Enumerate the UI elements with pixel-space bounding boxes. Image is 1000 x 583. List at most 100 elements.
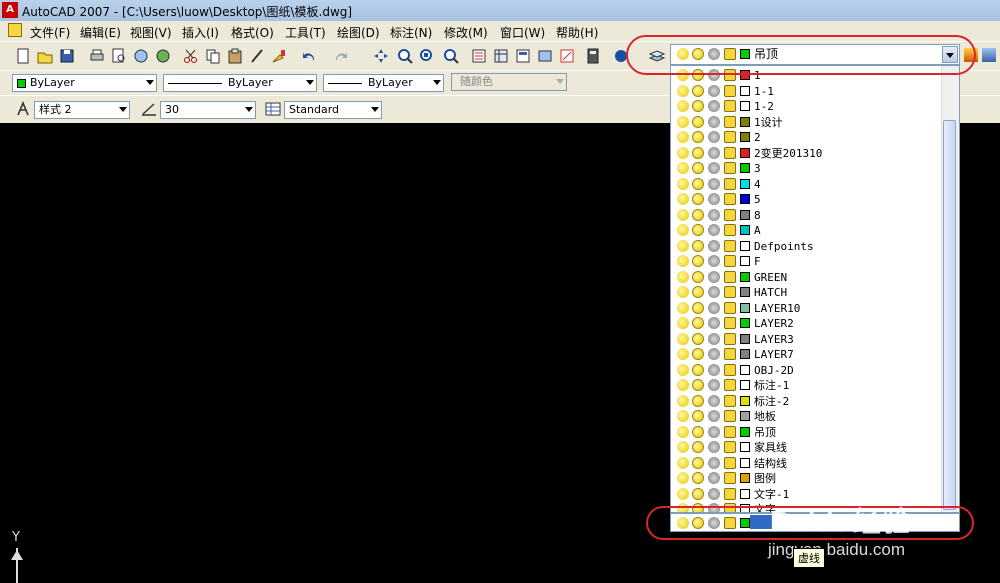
lock-icon[interactable] bbox=[724, 115, 736, 128]
viewport-freeze-icon[interactable] bbox=[708, 177, 720, 190]
layer-row[interactable]: 4 bbox=[671, 177, 941, 193]
on-off-icon[interactable] bbox=[677, 255, 689, 267]
freeze-icon[interactable] bbox=[692, 472, 704, 484]
freeze-icon[interactable] bbox=[692, 348, 704, 360]
on-off-icon[interactable] bbox=[677, 208, 689, 221]
zoom-realtime-icon[interactable] bbox=[396, 47, 414, 65]
save-icon[interactable] bbox=[58, 47, 76, 65]
calculator-icon[interactable] bbox=[584, 47, 602, 65]
freeze-icon[interactable] bbox=[692, 286, 704, 298]
on-off-icon[interactable] bbox=[677, 379, 689, 391]
menu-insert[interactable]: 插入(I) bbox=[182, 24, 219, 41]
layer-row[interactable]: 1-2 bbox=[671, 99, 941, 115]
on-off-icon[interactable] bbox=[677, 100, 689, 112]
on-off-icon[interactable] bbox=[677, 84, 689, 97]
freeze-icon[interactable] bbox=[692, 410, 704, 422]
scrollbar-thumb[interactable] bbox=[943, 120, 956, 510]
viewport-freeze-icon[interactable] bbox=[708, 131, 720, 143]
freeze-icon[interactable] bbox=[692, 162, 704, 174]
menu-tools[interactable]: 工具(T) bbox=[285, 24, 326, 41]
lock-icon[interactable] bbox=[724, 394, 736, 407]
viewport-freeze-icon[interactable] bbox=[708, 363, 720, 376]
freeze-icon[interactable] bbox=[692, 224, 704, 236]
layer-row[interactable]: 吊顶 bbox=[671, 425, 941, 441]
lock-icon[interactable] bbox=[724, 255, 736, 267]
text-style-icon[interactable] bbox=[14, 100, 32, 118]
layer-row[interactable]: 结构线 bbox=[671, 456, 941, 472]
layer-row[interactable]: 标注-1 bbox=[671, 378, 941, 394]
on-off-icon[interactable] bbox=[677, 301, 689, 314]
viewport-freeze-icon[interactable] bbox=[708, 410, 720, 422]
viewport-freeze-icon[interactable] bbox=[708, 286, 720, 298]
linetype-combo[interactable]: ByLayer bbox=[163, 74, 317, 92]
on-off-icon[interactable] bbox=[677, 193, 689, 205]
on-off-icon[interactable] bbox=[677, 472, 689, 484]
menu-modify[interactable]: 修改(M) bbox=[444, 24, 488, 41]
layer-row[interactable]: 5 bbox=[671, 192, 941, 208]
on-off-icon[interactable] bbox=[677, 270, 689, 283]
sheet-set-icon[interactable] bbox=[536, 47, 554, 65]
on-off-icon[interactable] bbox=[677, 487, 689, 500]
layer-row[interactable]: HATCH bbox=[671, 285, 941, 301]
freeze-icon[interactable] bbox=[692, 131, 704, 143]
on-off-icon[interactable] bbox=[677, 115, 689, 128]
menu-view[interactable]: 视图(V) bbox=[130, 24, 172, 41]
menu-format[interactable]: 格式(O) bbox=[231, 24, 274, 41]
freeze-icon[interactable] bbox=[692, 379, 704, 391]
lock-icon[interactable] bbox=[724, 410, 736, 422]
layer-row[interactable]: 3 bbox=[671, 161, 941, 177]
menu-file[interactable]: 文件(F) bbox=[30, 24, 70, 41]
lock-icon[interactable] bbox=[724, 146, 736, 159]
viewport-freeze-icon[interactable] bbox=[708, 425, 720, 438]
freeze-icon[interactable] bbox=[692, 193, 704, 205]
table-style-combo[interactable]: Standard bbox=[284, 101, 382, 119]
open-icon[interactable] bbox=[36, 47, 54, 65]
pan-icon[interactable] bbox=[372, 47, 390, 65]
viewport-freeze-icon[interactable] bbox=[708, 379, 720, 391]
autocad-app-icon[interactable]: A bbox=[2, 2, 18, 18]
on-off-icon[interactable] bbox=[677, 224, 689, 236]
layer-row[interactable]: LAYER10 bbox=[671, 301, 941, 317]
viewport-freeze-icon[interactable] bbox=[708, 224, 720, 236]
viewport-freeze-icon[interactable] bbox=[708, 394, 720, 407]
lock-icon[interactable] bbox=[724, 286, 736, 298]
on-off-icon[interactable] bbox=[677, 162, 689, 174]
on-off-icon[interactable] bbox=[677, 131, 689, 143]
layer-row[interactable]: 1设计 bbox=[671, 115, 941, 131]
publish-icon[interactable] bbox=[132, 47, 150, 65]
block-editor-icon[interactable] bbox=[270, 47, 288, 65]
copy-icon[interactable] bbox=[204, 47, 222, 65]
on-off-icon[interactable] bbox=[677, 317, 689, 329]
lock-icon[interactable] bbox=[724, 208, 736, 221]
on-off-icon[interactable] bbox=[677, 146, 689, 159]
lock-icon[interactable] bbox=[724, 131, 736, 143]
table-style-icon[interactable] bbox=[264, 100, 282, 118]
on-off-icon[interactable] bbox=[677, 441, 689, 453]
layer-row[interactable]: A bbox=[671, 223, 941, 239]
viewport-freeze-icon[interactable] bbox=[708, 317, 720, 329]
document-icon[interactable] bbox=[8, 23, 22, 37]
layer-row[interactable]: 8 bbox=[671, 208, 941, 224]
layer-row[interactable]: 2变更201310 bbox=[671, 146, 941, 162]
layer-row[interactable]: GREEN bbox=[671, 270, 941, 286]
lock-icon[interactable] bbox=[724, 487, 736, 500]
on-off-icon[interactable] bbox=[677, 425, 689, 438]
layer-row[interactable]: F bbox=[671, 254, 941, 270]
freeze-icon[interactable] bbox=[692, 270, 704, 283]
freeze-icon[interactable] bbox=[692, 456, 704, 469]
on-off-icon[interactable] bbox=[677, 332, 689, 345]
zoom-previous-icon[interactable] bbox=[442, 47, 460, 65]
viewport-freeze-icon[interactable] bbox=[708, 301, 720, 314]
lock-icon[interactable] bbox=[724, 363, 736, 376]
layer-row[interactable]: OBJ-2D bbox=[671, 363, 941, 379]
viewport-freeze-icon[interactable] bbox=[708, 239, 720, 252]
layer-row[interactable]: Defpoints bbox=[671, 239, 941, 255]
layer-previous-icon[interactable] bbox=[982, 48, 996, 62]
plot-icon[interactable] bbox=[88, 47, 106, 65]
freeze-icon[interactable] bbox=[692, 255, 704, 267]
undo-icon[interactable] bbox=[300, 47, 318, 65]
freeze-icon[interactable] bbox=[692, 425, 704, 438]
markup-icon[interactable] bbox=[558, 47, 576, 65]
freeze-icon[interactable] bbox=[692, 239, 704, 252]
layer-row[interactable]: 标注-2 bbox=[671, 394, 941, 410]
